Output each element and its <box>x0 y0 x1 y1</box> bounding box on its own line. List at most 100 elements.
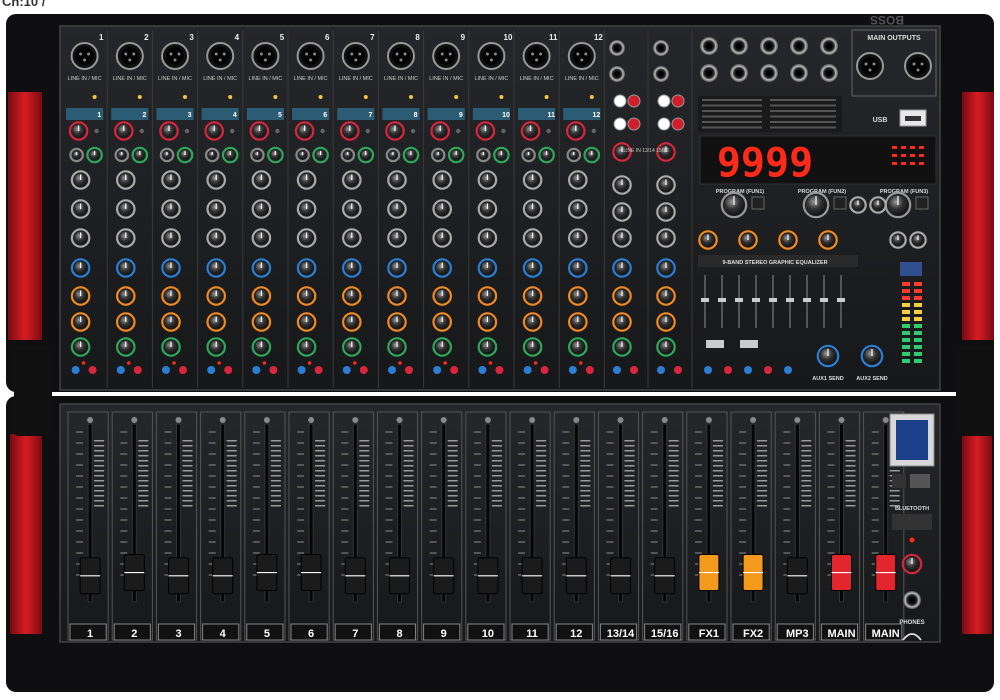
aux-knob-2[interactable] <box>116 258 136 278</box>
mute-button-4[interactable] <box>224 366 233 374</box>
main-out-r[interactable] <box>904 52 932 80</box>
program-knob-1[interactable] <box>720 191 748 219</box>
aux-knob-8[interactable] <box>387 258 407 278</box>
xlr-input-12[interactable] <box>567 42 596 70</box>
solo-button-5[interactable] <box>252 366 261 374</box>
eq-knob-11-0[interactable] <box>522 170 543 190</box>
aux-jack-top-4[interactable] <box>820 37 838 55</box>
pan-knob-1[interactable] <box>70 337 91 357</box>
aux-knob-10[interactable] <box>477 258 498 278</box>
fx2-knob-12[interactable] <box>567 312 588 332</box>
rca-white[interactable] <box>657 117 671 131</box>
fx1-knob-4[interactable] <box>206 286 226 306</box>
fx2-knob-8[interactable] <box>387 312 407 332</box>
pan-knob-2[interactable] <box>116 337 136 357</box>
fx2-knob-6[interactable] <box>296 312 317 332</box>
stereo-eq-knob-2[interactable] <box>612 228 632 248</box>
fader-cap-10[interactable] <box>477 557 499 595</box>
eq-knob-1-1[interactable] <box>70 199 91 219</box>
fx-aux-knob-3[interactable] <box>909 231 927 249</box>
gain-knob-10[interactable] <box>475 121 496 141</box>
stereo-jack-l[interactable] <box>609 40 625 56</box>
eq-slider-thumb[interactable] <box>820 298 828 302</box>
main-out-l[interactable] <box>856 52 884 80</box>
eq-knob-6-0[interactable] <box>296 170 317 190</box>
eq-knob-8-1[interactable] <box>387 199 407 219</box>
eq-slider-thumb[interactable] <box>718 298 726 302</box>
stereo-jack-r[interactable] <box>653 66 669 82</box>
eq-slider-thumb[interactable] <box>803 298 811 302</box>
aux-jack-bottom-3[interactable] <box>790 64 808 82</box>
mute-button-7[interactable] <box>359 366 368 374</box>
aux-jack-bottom-4[interactable] <box>820 64 838 82</box>
fader-cap-5[interactable] <box>256 554 278 592</box>
stereo-eq-knob-1[interactable] <box>612 202 632 222</box>
eq-knob-2-0[interactable] <box>116 170 136 190</box>
eq-knob-4-2[interactable] <box>206 228 226 248</box>
eq-slider-thumb[interactable] <box>735 298 743 302</box>
master-switch[interactable] <box>706 340 724 348</box>
xlr-input-11[interactable] <box>522 42 551 70</box>
fader-cap-19[interactable] <box>875 554 897 592</box>
pan-knob-7[interactable] <box>341 337 362 357</box>
solo-button-6[interactable] <box>297 366 306 374</box>
aux-send-knob-1[interactable] <box>816 344 840 368</box>
stereo-fx2-knob[interactable] <box>612 312 632 332</box>
stereo-bal-knob[interactable] <box>612 337 632 357</box>
aux-jack-bottom-1[interactable] <box>730 64 748 82</box>
eq-knob-9-2[interactable] <box>432 228 452 248</box>
xlr-input-2[interactable] <box>115 42 144 70</box>
rca-red[interactable] <box>627 117 641 131</box>
solo-button-4[interactable] <box>207 366 216 374</box>
fader-cap-17[interactable] <box>786 557 808 595</box>
aux-jack-top-3[interactable] <box>790 37 808 55</box>
stereo-aux-knob[interactable] <box>612 258 632 278</box>
eq-slider-thumb[interactable] <box>786 298 794 302</box>
gain-knob-12[interactable] <box>565 121 586 141</box>
stereo-jack-r[interactable] <box>609 66 625 82</box>
fx-param-knob-1[interactable] <box>738 230 758 250</box>
eq-knob-12-1[interactable] <box>567 199 588 219</box>
fx2-knob-11[interactable] <box>522 312 543 332</box>
gain-knob-9[interactable] <box>430 121 450 141</box>
mute-button-11[interactable] <box>540 366 549 374</box>
fader-cap-1[interactable] <box>79 557 101 595</box>
master-button-2[interactable] <box>744 366 752 374</box>
stereo-eq-knob-0[interactable] <box>656 175 676 195</box>
eq-knob-5-1[interactable] <box>251 199 272 219</box>
fader-cap-6[interactable] <box>300 554 322 592</box>
eq-knob-7-2[interactable] <box>341 228 362 248</box>
xlr-input-1[interactable] <box>70 42 99 70</box>
xlr-input-10[interactable] <box>477 42 506 70</box>
xlr-input-3[interactable] <box>161 42 189 70</box>
fx2-knob-9[interactable] <box>432 312 452 332</box>
eq-knob-7-1[interactable] <box>341 199 362 219</box>
pan-knob-9[interactable] <box>432 337 452 357</box>
fx-param-knob-0[interactable] <box>698 230 718 250</box>
solo-button-8[interactable] <box>388 366 396 374</box>
gain-knob-11[interactable] <box>520 121 541 141</box>
fx2-knob-7[interactable] <box>341 312 362 332</box>
mute-button-3[interactable] <box>179 366 187 374</box>
mute-button-12[interactable] <box>585 366 594 374</box>
aux-knob-5[interactable] <box>251 258 272 278</box>
eq-knob-10-2[interactable] <box>477 228 498 248</box>
stereo-mute-button[interactable] <box>674 366 682 374</box>
fx1-knob-5[interactable] <box>251 286 272 306</box>
master-button-1[interactable] <box>724 366 732 374</box>
fx-aux-knob-2[interactable] <box>889 231 907 249</box>
fader-cap-12[interactable] <box>565 557 587 595</box>
fx-aux-knob-1[interactable] <box>869 196 887 214</box>
pan-knob-8[interactable] <box>387 337 407 357</box>
fx2-knob-3[interactable] <box>161 312 181 332</box>
aux-knob-6[interactable] <box>296 258 317 278</box>
eq-slider-thumb[interactable] <box>769 298 777 302</box>
eq-knob-12-0[interactable] <box>567 170 588 190</box>
mute-button-10[interactable] <box>495 366 504 374</box>
solo-button-3[interactable] <box>162 366 170 374</box>
mute-button-2[interactable] <box>133 366 142 374</box>
eq-knob-11-1[interactable] <box>522 199 543 219</box>
fx1-knob-2[interactable] <box>116 286 136 306</box>
mute-button-9[interactable] <box>450 366 459 374</box>
phones-level-knob[interactable] <box>901 553 923 575</box>
